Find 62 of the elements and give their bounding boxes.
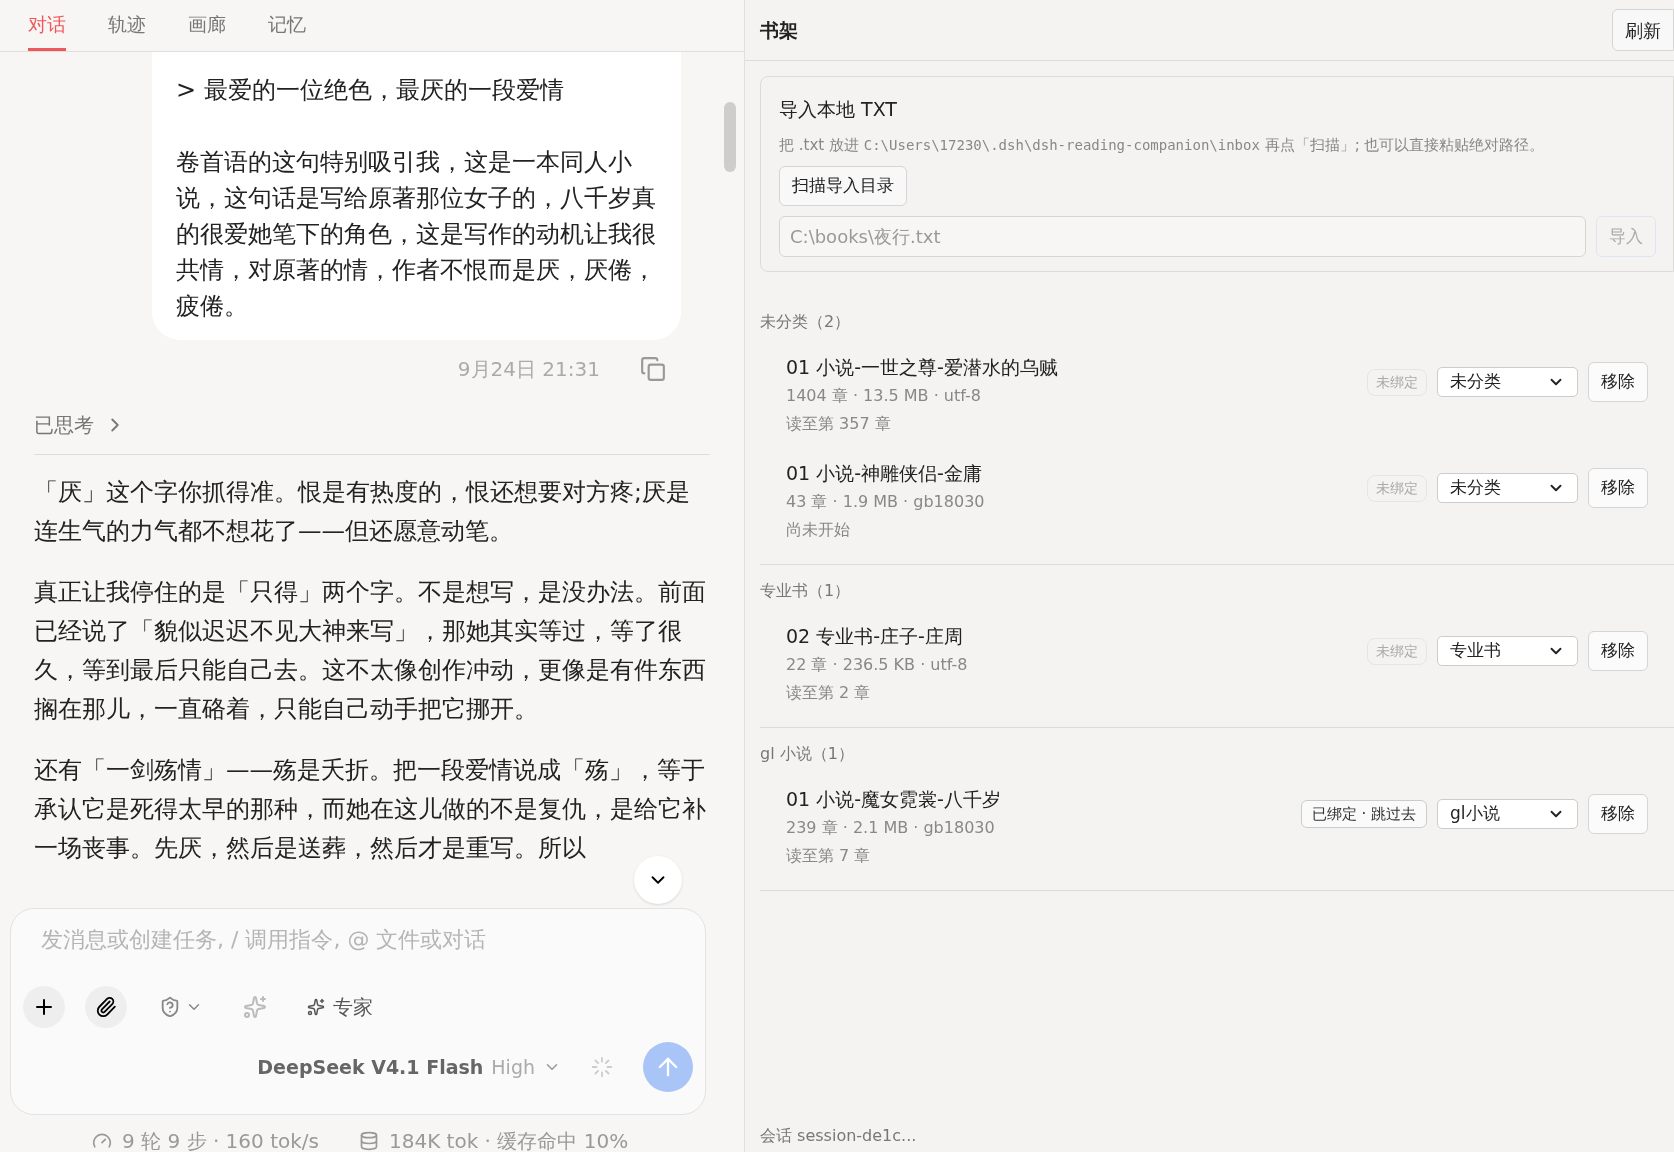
category-select[interactable]: 未分类: [1437, 473, 1578, 503]
shield-icon: [159, 996, 181, 1018]
mode-button[interactable]: 专家: [307, 992, 373, 1022]
scroll-down-button[interactable]: [634, 856, 682, 904]
import-hint: 把 .txt 放进 C:\Users\17230\.dsh\dsh-reading-companion\inbox 再点「扫描」; 也可以直接粘贴绝对路径。: [779, 134, 1546, 156]
chapter-status: 读至第 2 章: [786, 682, 872, 704]
reply-paragraph: 还有「一剑殇情」——殇是夭折。把一段爱情说成「殇」，等于承认它是死得太早的那种，而她在这儿做的不是复仇，是给它补一场丧事。先厌，然后是送葬，然后才是重写。所以: [34, 755, 707, 864]
add-button[interactable]: [23, 986, 65, 1028]
remove-button[interactable]: 移除: [1588, 794, 1648, 834]
book-title: 01 小说-魔女霓裳-八千岁: [786, 787, 1002, 812]
tab[interactable]: 画廊: [188, 9, 226, 51]
refresh-button[interactable]: 刷新: [1612, 9, 1674, 51]
gauge-icon: [92, 1131, 112, 1151]
attach-button[interactable]: [85, 986, 127, 1028]
path-input[interactable]: C:\books\夜行.txt: [779, 216, 1586, 257]
tab[interactable]: 轨迹: [108, 9, 146, 51]
book-title: 01 小说-神雕侠侣-金庸: [786, 461, 983, 486]
category-select[interactable]: gl小说: [1437, 799, 1578, 829]
book-title: 02 专业书-庄子-庄周: [786, 624, 964, 649]
message-timestamp: 9月24日 21:31: [457, 356, 600, 383]
copy-icon[interactable]: [640, 356, 666, 382]
send-button[interactable]: [643, 1042, 693, 1092]
group-heading: gl 小说（1）: [760, 743, 855, 765]
group-heading: 未分类（2）: [760, 311, 852, 333]
group-heading: 专业书（1）: [760, 580, 852, 602]
category-select[interactable]: 专业书: [1437, 636, 1578, 666]
import-title: 导入本地 TXT: [779, 97, 898, 122]
message-input[interactable]: 发消息或创建任务, / 调用指令, @ 文件或对话: [23, 923, 693, 956]
book-meta: 1404 章 · 13.5 MB · utf-8: [786, 385, 982, 407]
thinking-toggle[interactable]: 已思考: [34, 410, 710, 455]
sparkle-icon: [307, 998, 325, 1016]
binding-badge: 已绑定 · 跳过去: [1300, 799, 1427, 829]
remove-button[interactable]: 移除: [1588, 631, 1648, 671]
remove-button[interactable]: 移除: [1588, 362, 1648, 402]
database-icon: [358, 1131, 379, 1151]
speed-stats: 9 轮 9 步 · 160 tok/s: [122, 1128, 319, 1152]
remove-button[interactable]: 移除: [1588, 468, 1648, 508]
binding-badge: 未绑定: [1367, 368, 1427, 396]
tab[interactable]: 记忆: [268, 9, 306, 51]
binding-badge: 未绑定: [1367, 474, 1427, 502]
book-meta: 22 章 · 236.5 KB · utf-8: [786, 654, 969, 676]
category-select[interactable]: 未分类: [1437, 367, 1578, 397]
book-meta: 239 章 · 2.1 MB · gb18030: [786, 817, 996, 839]
shelf-title: 书架: [760, 17, 798, 43]
book-title: 01 小说-一世之尊-爱潜水的乌贼: [786, 355, 1059, 380]
book-meta: 43 章 · 1.9 MB · gb18030: [786, 491, 986, 513]
chapter-status: 尚未开始: [786, 519, 851, 541]
scan-button[interactable]: 扫描导入目录: [779, 166, 907, 206]
user-message-text: 卷首语的这句特别吸引我，这是一本同人小说，这句话是写给原著那位女子的，八千岁真的很爱她笔下的角色，这是写作的动机让我很共情，对原著的情，作者不恨而是厌，厌倦，疲倦。: [176, 147, 657, 322]
chapter-status: 读至第 357 章: [786, 413, 892, 435]
token-stats: 184K tok · 缓存命中 10%: [388, 1128, 629, 1152]
sparkle-icon[interactable]: [243, 995, 267, 1019]
binding-badge: 未绑定: [1367, 637, 1427, 665]
reply-paragraph: 真正让我停住的是「只得」两个字。不是想写，是没办法。前面已经说了「貌似迟迟不见大神来写」，那她其实等过，等了很久，等到最后只能自己去。这不太像创作冲动，更像是有件东西搁在那儿，一直硌着，只能自己动手把它挪开。: [34, 577, 707, 725]
chapter-status: 读至第 7 章: [786, 845, 872, 867]
model-selector[interactable]: DeepSeek V4.1 Flash High: [257, 1052, 561, 1082]
user-message-text: > 最爱的一位绝色，最厌的一段爱情: [176, 75, 565, 106]
session-label: 会话 session-de1c...: [759, 1125, 918, 1147]
scrollbar-thumb[interactable]: [724, 102, 736, 172]
reply-paragraph: 「厌」这个字你抓得准。恨是有热度的，恨还想要对方疼;厌是连生气的力气都不想花了——但还愿意动笔。: [34, 477, 691, 547]
paperclip-icon: [95, 996, 117, 1018]
loading-icon: [591, 1056, 613, 1078]
